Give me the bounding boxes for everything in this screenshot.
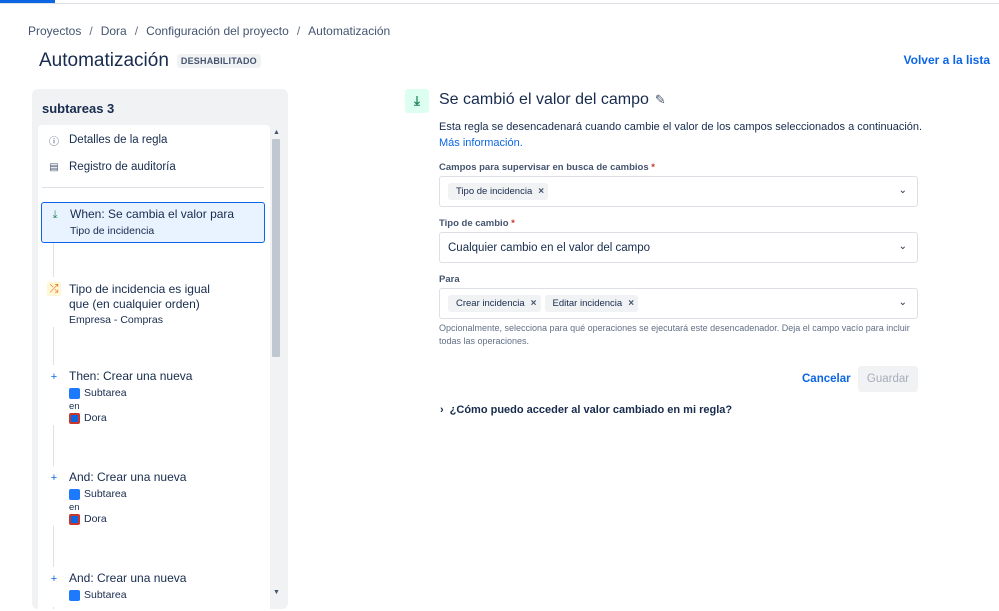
chevron-right-icon: › bbox=[440, 404, 444, 416]
step-title: And: Crear una nueva bbox=[69, 470, 187, 484]
faq-label: ¿Cómo puedo acceder al valor cambiado en… bbox=[449, 404, 733, 416]
rule-steps-list: ⓘ Detalles de la regla ▤ Registro de aud… bbox=[38, 125, 270, 609]
step-title-line2: que (en cualquier orden) bbox=[69, 297, 200, 311]
status-badge: DESHABILITADO bbox=[176, 54, 261, 68]
more-info-link[interactable]: Más información. bbox=[439, 137, 523, 149]
subtask-icon bbox=[69, 589, 80, 601]
remove-tag-icon[interactable]: × bbox=[531, 298, 537, 309]
remove-tag-icon[interactable]: × bbox=[538, 186, 544, 197]
audit-log-label: Registro de auditoría bbox=[69, 161, 176, 173]
step-condition[interactable]: ⤮ Tipo de incidencia es igual que (en cu… bbox=[41, 277, 265, 327]
active-tab-indicator bbox=[0, 0, 55, 3]
back-to-list-link[interactable]: Volver a la lista bbox=[904, 53, 991, 67]
tag-label: Editar incidencia bbox=[552, 298, 623, 309]
project-icon bbox=[69, 412, 80, 424]
scroll-thumb[interactable] bbox=[272, 139, 280, 357]
selected-tag: Tipo de incidencia × bbox=[448, 183, 549, 200]
field-changed-trigger-icon: ⤓ bbox=[405, 89, 429, 113]
step-subtitle: Tipo de incidencia bbox=[70, 225, 155, 237]
step-issue-type: Subtarea bbox=[69, 589, 127, 601]
scroll-down-arrow-icon[interactable]: ▼ bbox=[273, 589, 280, 596]
step-project: Dora bbox=[69, 513, 107, 525]
pencil-icon[interactable]: ✎ bbox=[655, 92, 666, 108]
chevron-down-icon[interactable]: ⌄ bbox=[899, 297, 907, 308]
clipboard-icon: ▤ bbox=[49, 161, 59, 173]
page-title: Automatización DESHABILITADO bbox=[39, 50, 261, 72]
fields-to-monitor-label: Campos para supervisar en busca de cambi… bbox=[439, 162, 655, 173]
rule-details-label: Detalles de la regla bbox=[69, 134, 168, 146]
required-mark: * bbox=[511, 218, 515, 229]
trigger-icon: ⤓ bbox=[52, 208, 58, 221]
required-mark: * bbox=[651, 162, 655, 173]
issue-type-label: Subtarea bbox=[84, 589, 127, 601]
breadcrumb-separator: / bbox=[296, 24, 301, 38]
change-type-value: Cualquier cambio en el valor del campo bbox=[448, 241, 650, 254]
breadcrumb-automation[interactable]: Automatización bbox=[308, 24, 390, 38]
tag-label: Crear incidencia bbox=[456, 298, 525, 309]
step-action-3[interactable]: + And: Crear una nueva Subtarea bbox=[41, 567, 265, 607]
selected-tag: Editar incidencia × bbox=[544, 295, 639, 312]
step-issue-type: Subtarea bbox=[69, 387, 127, 399]
plus-icon: + bbox=[50, 371, 58, 383]
remove-tag-icon[interactable]: × bbox=[628, 298, 634, 309]
breadcrumb-separator: / bbox=[89, 24, 93, 38]
plus-icon: + bbox=[50, 573, 58, 585]
issue-type-label: Subtarea bbox=[84, 488, 127, 500]
step-subtitle: Empresa - Compras bbox=[69, 314, 163, 326]
step-connector: en bbox=[69, 502, 80, 513]
label-text: Campos para supervisar en busca de cambi… bbox=[439, 162, 649, 173]
plus-icon: + bbox=[50, 472, 58, 484]
operations-help-text: Opcionalmente, selecciona para qué opera… bbox=[439, 323, 910, 346]
step-title-line1: Tipo de incidencia es igual bbox=[69, 282, 210, 296]
fields-to-monitor-select[interactable]: Tipo de incidencia × ⌄ bbox=[439, 176, 918, 207]
top-nav-bar bbox=[0, 0, 999, 4]
project-label: Dora bbox=[84, 412, 107, 424]
rule-panel: subtareas 3 ⓘ Detalles de la regla ▤ Reg… bbox=[32, 89, 288, 609]
faq-expander[interactable]: › ¿Cómo puedo acceder al valor cambiado … bbox=[440, 404, 732, 416]
divider bbox=[42, 187, 264, 188]
operations-select[interactable]: Crear incidencia × Editar incidencia × ⌄ bbox=[439, 288, 918, 319]
page-title-text: Automatización bbox=[39, 50, 169, 71]
breadcrumb: Proyectos / Dora / Configuración del pro… bbox=[28, 24, 390, 38]
info-icon: ⓘ bbox=[49, 136, 59, 148]
trigger-title: Se cambió el valor del campo ✎ bbox=[439, 91, 666, 109]
breadcrumb-proyectos[interactable]: Proyectos bbox=[28, 24, 81, 38]
step-connector: en bbox=[69, 401, 80, 412]
label-text: Tipo de cambio bbox=[439, 218, 509, 229]
tag-label: Tipo de incidencia bbox=[456, 186, 533, 197]
step-action-2[interactable]: + And: Crear una nueva Subtarea en Dora bbox=[41, 466, 265, 526]
steps-scrollbar[interactable]: ▲ ▼ bbox=[270, 125, 282, 600]
step-title: When: Se cambia el valor para bbox=[70, 207, 235, 221]
for-label: Para bbox=[439, 274, 460, 285]
step-title: Then: Crear una nueva bbox=[69, 369, 193, 383]
step-action-1[interactable]: + Then: Crear una nueva Subtarea en Dora bbox=[41, 365, 265, 425]
project-icon bbox=[69, 513, 80, 525]
step-project: Dora bbox=[69, 412, 107, 424]
shuffle-icon: ⤮ bbox=[47, 282, 61, 296]
issue-type-label: Subtarea bbox=[84, 387, 127, 399]
subtask-icon bbox=[69, 488, 80, 500]
trigger-description: Esta regla se desencadenará cuando cambi… bbox=[439, 121, 923, 133]
cancel-button[interactable]: Cancelar bbox=[796, 366, 857, 392]
breadcrumb-dora[interactable]: Dora bbox=[101, 24, 127, 38]
breadcrumb-separator: / bbox=[134, 24, 139, 38]
audit-log-item[interactable]: ▤ Registro de auditoría bbox=[48, 161, 176, 173]
step-trigger[interactable]: ⤓ When: Se cambia el valor para Tipo de … bbox=[41, 202, 265, 243]
rule-details-item[interactable]: ⓘ Detalles de la regla bbox=[48, 134, 168, 148]
step-issue-type: Subtarea bbox=[69, 488, 127, 500]
chevron-down-icon[interactable]: ⌄ bbox=[899, 185, 907, 196]
step-title: And: Crear una nueva bbox=[69, 571, 187, 585]
project-label: Dora bbox=[84, 513, 107, 525]
save-button[interactable]: Guardar bbox=[858, 366, 918, 392]
chevron-down-icon[interactable]: ⌄ bbox=[899, 241, 907, 252]
selected-tag: Crear incidencia × bbox=[448, 295, 541, 312]
change-type-select[interactable]: Cualquier cambio en el valor del campo ⌄ bbox=[439, 232, 918, 263]
rule-name: subtareas 3 bbox=[42, 101, 115, 116]
scroll-up-arrow-icon[interactable]: ▲ bbox=[273, 129, 280, 136]
breadcrumb-project-settings[interactable]: Configuración del proyecto bbox=[146, 24, 289, 38]
change-type-label: Tipo de cambio * bbox=[439, 218, 515, 229]
trigger-title-text: Se cambió el valor del campo bbox=[439, 91, 649, 108]
subtask-icon bbox=[69, 387, 80, 399]
